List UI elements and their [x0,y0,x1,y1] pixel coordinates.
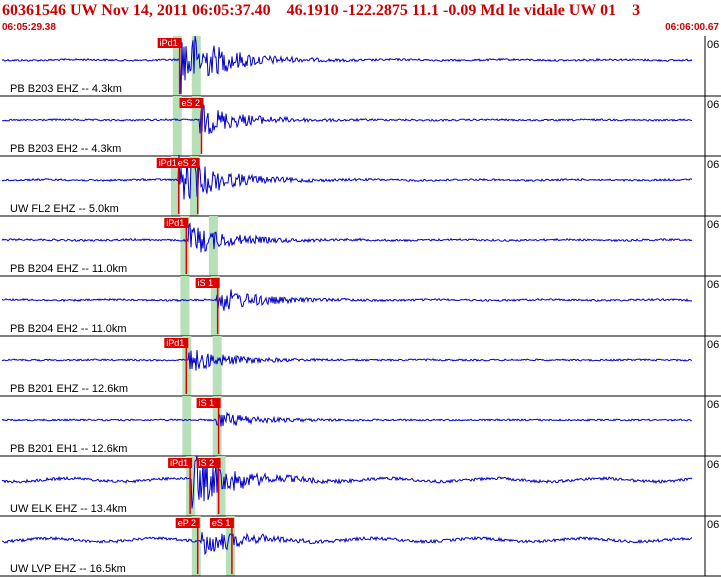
trace-time-tag: 06 [707,39,719,51]
trace-time-tag: 06 [707,399,719,411]
trace-row[interactable]: eS 2 PB B203 EH2 -- 4.3km 06 [0,96,721,157]
pick-label: iPd1 [166,338,184,348]
station-label: PB B204 EHZ -- 11.0km [10,263,127,275]
trace-row[interactable]: iPd1 PB B203 EHZ -- 4.3km 06 [0,36,721,97]
trace-row[interactable]: iPd1 eS 2 UW FL2 EHZ -- 5.0km 06 [0,154,721,217]
station-label: PB B201 EH1 -- 12.6km [10,443,127,455]
trace-row[interactable]: iS 1 PB B204 EH2 -- 11.0km 06 [0,276,721,337]
pick-label: iPd1 [160,38,178,48]
trace-row[interactable]: iPd1 iS 2 UW ELK EHZ -- 13.4km 06 [0,455,721,517]
header-bar: 60361546 UW Nov 14, 2011 06:05:37.40 46.… [0,0,721,36]
station-label: PB B203 EH2 -- 4.3km [10,143,121,155]
station-label: PB B203 EHZ -- 4.3km [10,83,122,95]
trace-time-tag: 06 [707,519,719,531]
station-label: UW LVP EHZ -- 16.5km [10,563,126,575]
pick-window [180,276,190,336]
pick-label: iS 1 [198,278,214,288]
waveform-trace [1,455,693,509]
trace-time-tag: 06 [707,339,719,351]
pick-window [212,336,222,396]
pick-label: eS 2 [182,98,201,108]
trace-time-tag: 06 [707,459,719,471]
trace-row[interactable]: iS 1 PB B201 EH1 -- 12.6km 06 [0,396,721,457]
waveform-trace [1,349,693,371]
pick-label: eS 2 [178,158,197,168]
trace-time-tag: 06 [707,219,719,231]
trace-row[interactable]: eP 2 eS 1 UW LVP EHZ -- 16.5km 06 [0,516,721,577]
trace-time-tag: 06 [707,159,719,171]
pick-label: iPd1 [170,458,188,468]
pick-label: eS 1 [212,518,231,528]
time-start-label: 06:05:29.38 [2,22,56,33]
pick-label: iS 1 [199,398,215,408]
waveform-trace [1,289,693,311]
station-label: PB B201 EHZ -- 12.6km [10,383,128,395]
event-title: 60361546 UW Nov 14, 2011 06:05:37.40 46.… [2,2,641,19]
trace-row[interactable]: iPd1 PB B201 EHZ -- 12.6km 06 [0,336,721,397]
station-label: UW ELK EHZ -- 13.4km [10,503,127,515]
pick-label: iPd1 [159,158,177,168]
trace-time-tag: 06 [707,279,719,291]
waveform-trace [1,532,693,556]
waveform-trace [1,154,693,200]
trace-row[interactable]: iPd1 PB B204 EHZ -- 11.0km 06 [0,216,721,277]
trace-time-tag: 06 [707,99,719,111]
waveform-trace [1,411,693,427]
waveform-trace [1,102,693,135]
pick-label: eP 2 [178,518,196,528]
waveform-trace [1,222,693,253]
pick-window [182,396,192,456]
station-label: UW FL2 EHZ -- 5.0km [10,203,119,215]
pick-label: iS 2 [199,458,215,468]
time-end-label: 06:06:00.67 [665,22,719,33]
station-label: PB B204 EH2 -- 11.0km [10,323,127,335]
pick-label: iPd1 [166,218,184,228]
seismogram-panel[interactable]: iPd1 PB B203 EHZ -- 4.3km 06 eS 2 PB B203 EH… [0,36,721,578]
